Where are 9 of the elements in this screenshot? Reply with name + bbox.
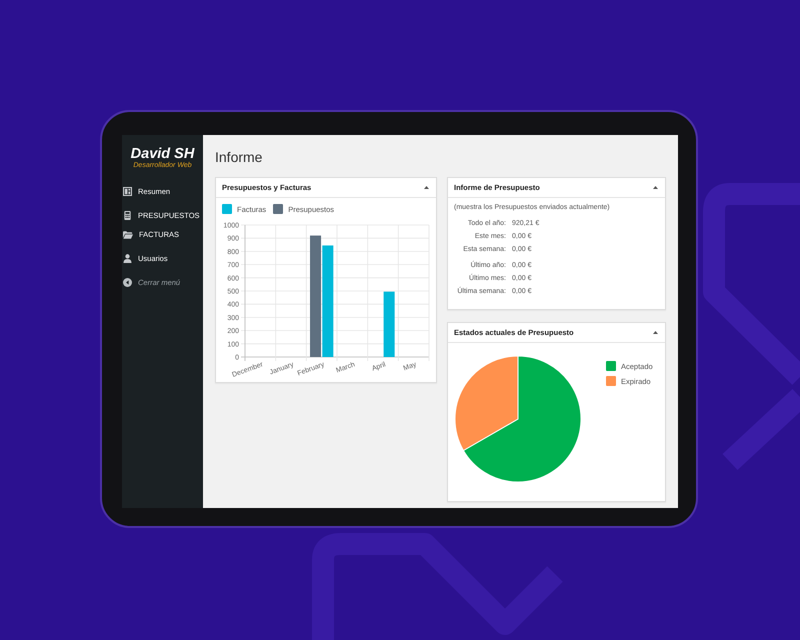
caret-up-icon[interactable] (653, 186, 658, 189)
bar (384, 292, 395, 357)
caret-up-icon[interactable] (653, 331, 658, 334)
logo-title: David SH (130, 146, 194, 162)
caret-up-icon[interactable] (424, 186, 429, 189)
folder-icon (123, 230, 133, 238)
dashboard-icon (123, 187, 132, 196)
page-title: Informe (215, 148, 262, 166)
user-icon (123, 254, 132, 263)
